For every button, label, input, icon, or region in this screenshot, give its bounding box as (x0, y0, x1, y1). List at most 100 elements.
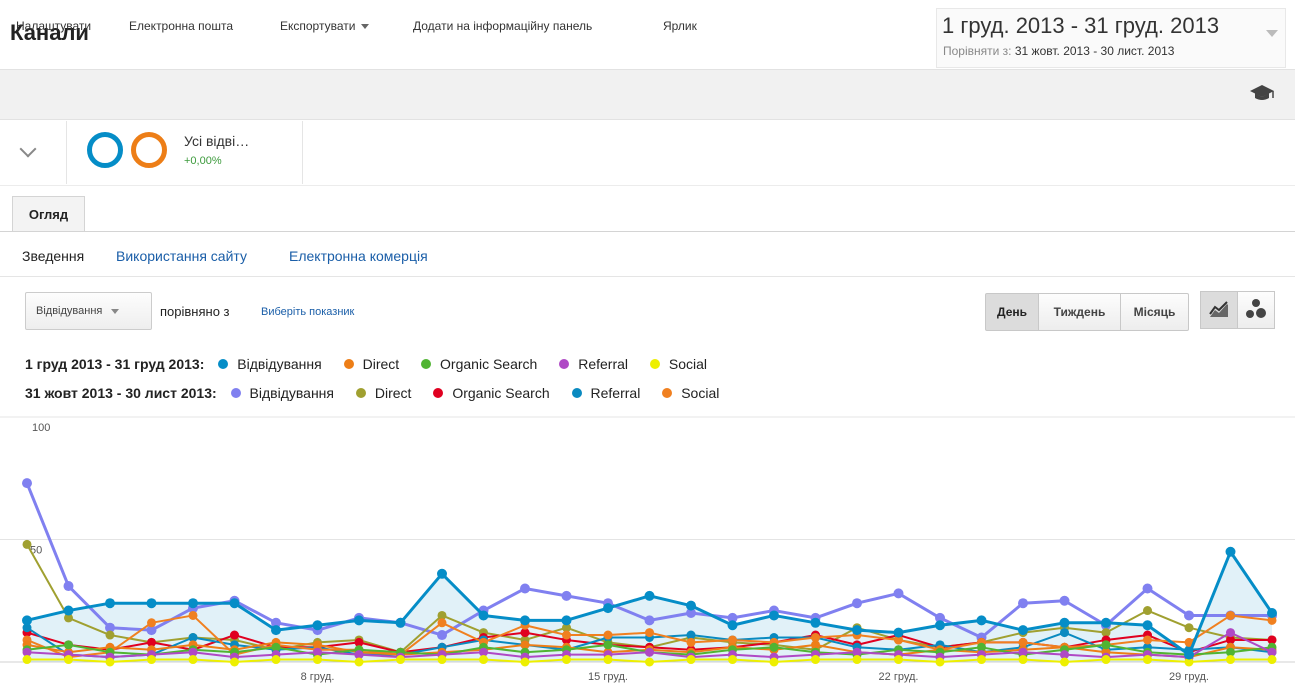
current-social-point (686, 655, 696, 665)
current-social-point (437, 655, 447, 665)
legend-item[interactable]: Social (662, 385, 719, 401)
legend-swatch (343, 359, 354, 370)
legend-period-label: 31 жовт 2013 - 30 лист 2013: (25, 385, 217, 401)
tab-divider (0, 231, 1295, 232)
current-visits-point (478, 610, 489, 621)
previous-social-point (686, 637, 696, 647)
legend-swatch (433, 388, 444, 399)
previous-social-point (437, 618, 447, 628)
shortcut-button[interactable]: Ярлик (663, 19, 697, 33)
current-social-point (230, 657, 239, 667)
segment-name[interactable]: Усі відві… (184, 133, 249, 149)
legend-previous-period: 31 жовт 2013 - 30 лист 2013: Відвідуванн… (25, 385, 737, 401)
visits-line-chart: 100508 груд. 15 груд. 22 груд. 29 груд. (0, 416, 1295, 683)
period-month-button[interactable]: Місяць (1120, 293, 1189, 331)
previous-visits-point (63, 581, 74, 592)
period-day-button[interactable]: День (985, 293, 1039, 331)
metric-caret-icon (111, 308, 120, 314)
legend-swatch (230, 388, 241, 399)
current-social-point (894, 655, 903, 665)
customize-button[interactable]: Налаштувати (16, 19, 91, 33)
legend-label: Organic Search (440, 356, 538, 372)
segment-bar (0, 120, 1295, 186)
current-social-point (1143, 655, 1152, 665)
legend-item[interactable]: Referral (571, 385, 641, 401)
current-visits-point (893, 627, 904, 638)
email-button[interactable]: Електронна пошта (129, 19, 233, 33)
select-metric-link[interactable]: Виберіть показник (261, 306, 354, 318)
legend-label: Organic Search (452, 385, 550, 401)
current-social-point (769, 657, 779, 667)
legend-item[interactable]: Referral (559, 356, 628, 372)
legend-item[interactable]: Direct (343, 356, 399, 372)
add-to-dashboard-button[interactable]: Додати на інформаційну панель (413, 19, 592, 33)
current-organic-search-point (769, 642, 779, 652)
current-visits-point (852, 625, 862, 636)
previous-social-point (1226, 610, 1235, 620)
current-social-point (64, 655, 73, 665)
tab-overview[interactable]: Огляд (12, 196, 85, 232)
current-social-point (22, 655, 32, 665)
legend-period-label: 1 груд 2013 - 31 груд 2013: (25, 356, 205, 372)
legend-swatch (421, 359, 432, 370)
legend-item[interactable]: Direct (355, 385, 411, 401)
current-social-point (1018, 655, 1028, 665)
previous-organic-search-point (230, 630, 239, 640)
previous-social-point (188, 610, 198, 620)
current-organic-search-point (603, 640, 613, 650)
previous-direct-point (22, 539, 32, 549)
period-week-button[interactable]: Тиждень (1038, 293, 1121, 331)
segment-divider (302, 121, 303, 184)
legend-label: Social (668, 356, 708, 372)
motion-chart-icon (1246, 299, 1266, 318)
legend-item[interactable]: Відвідування (230, 385, 334, 401)
legend-swatch (662, 388, 673, 399)
current-social-point (1267, 655, 1277, 665)
segment-change: +0,00% (184, 155, 222, 167)
current-social-point (105, 657, 115, 667)
legend-label: Social (681, 385, 720, 401)
compare-range-label: Порівняти з: 31 жовт. 2013 - 30 лист. 20… (943, 44, 1174, 58)
legend-swatch (559, 359, 570, 370)
current-social-point (1060, 657, 1069, 667)
subtab-ecommerce[interactable]: Електронна комерція (289, 248, 428, 264)
export-button[interactable]: Експортувати (280, 19, 370, 33)
legend-item[interactable]: Organic Search (433, 385, 550, 401)
current-social-point (603, 655, 613, 665)
metric-select[interactable]: Відвідування (25, 292, 152, 330)
current-referral-point (1226, 628, 1235, 638)
motion-chart-view-button[interactable] (1237, 291, 1275, 329)
current-social-point (354, 657, 364, 667)
legend-swatch (218, 359, 229, 370)
previous-visits-point (1184, 610, 1194, 621)
date-range-label[interactable]: 1 груд. 2013 - 31 груд. 2013 (942, 13, 1219, 39)
current-visits-point (22, 615, 32, 626)
current-visits-point (188, 598, 198, 609)
current-visits-point (271, 625, 281, 636)
legend-label: Referral (590, 385, 641, 401)
legend-item[interactable]: Відвідування (218, 356, 322, 372)
current-visits-point (520, 615, 530, 626)
current-social-point (1101, 655, 1111, 665)
current-visits-point (686, 600, 696, 611)
subtab-site-usage[interactable]: Використання сайту (116, 248, 247, 264)
legend-swatch (355, 388, 366, 399)
current-social-point (852, 655, 862, 665)
previous-visits-point (22, 478, 32, 489)
date-dropdown-arrow-icon[interactable] (1266, 30, 1278, 37)
segment-current-ring-icon (87, 132, 123, 168)
graduation-cap-icon[interactable] (1249, 83, 1275, 103)
current-visits-point (769, 610, 779, 621)
current-social-point (977, 655, 986, 665)
current-visits-point (727, 620, 738, 631)
current-visits-point (229, 598, 240, 609)
current-social-point (147, 655, 156, 665)
current-visits-point (1267, 608, 1277, 618)
legend-item[interactable]: Social (649, 356, 708, 372)
legend-current-period: 1 груд 2013 - 31 груд 2013: Відвідування… (25, 356, 725, 372)
line-chart-view-button[interactable] (1200, 291, 1238, 329)
current-social-point (935, 657, 945, 667)
subtab-summary[interactable]: Зведення (22, 248, 84, 264)
previous-direct-point (1184, 623, 1194, 633)
legend-item[interactable]: Organic Search (421, 356, 537, 372)
